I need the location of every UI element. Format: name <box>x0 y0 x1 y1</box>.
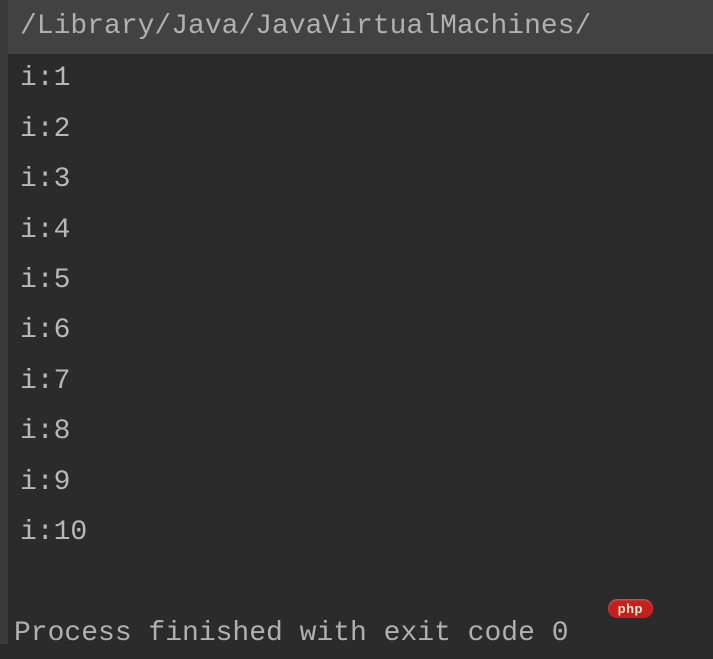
output-line: i:1 <box>20 54 713 104</box>
watermark-badge-icon: php <box>608 599 653 618</box>
execution-path: /Library/Java/JavaVirtualMachines/ <box>8 0 713 54</box>
output-line: i:6 <box>20 306 713 356</box>
watermark: php <box>608 591 653 622</box>
console-output: /Library/Java/JavaVirtualMachines/ i:1 i… <box>8 0 713 659</box>
output-line: i:8 <box>20 407 713 457</box>
output-line: i:9 <box>20 458 713 508</box>
output-line: i:4 <box>20 206 713 256</box>
output-line: i:2 <box>20 105 713 155</box>
output-line: i:5 <box>20 256 713 306</box>
output-line: i:3 <box>20 155 713 205</box>
output-line: i:7 <box>20 357 713 407</box>
program-output: i:1 i:2 i:3 i:4 i:5 i:6 i:7 i:8 i:9 i:10 <box>8 54 713 558</box>
output-line: i:10 <box>20 508 713 558</box>
